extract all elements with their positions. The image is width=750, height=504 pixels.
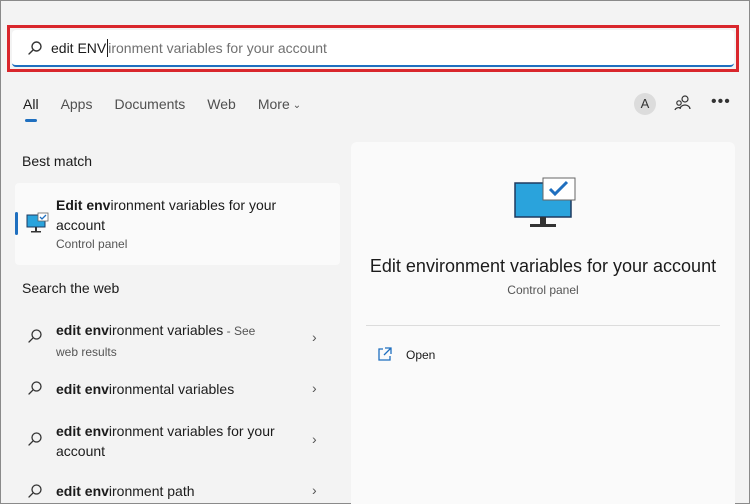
preview-title: Edit environment variables for your acco… [369,256,717,276]
best-match-title: Edit environment variables for your acco… [56,195,306,235]
chevron-down-icon: ⌄ [292,99,302,111]
tab-more[interactable]: More ⌄ [258,96,301,112]
search-icon [27,431,45,449]
selection-accent [15,212,18,235]
search-highlight-outline [7,25,739,72]
best-match-subtitle: Control panel [56,237,128,251]
chevron-right-icon[interactable]: › [312,431,317,447]
preview-subtitle: Control panel [507,283,579,297]
web-result-bold: edit env [56,483,109,499]
monitor-check-icon [26,212,50,234]
tab-all[interactable]: All [23,96,39,122]
web-result-rest: ironment variables [108,322,224,338]
search-web-heading: Search the web [22,280,120,296]
search-icon [27,328,45,346]
search-icon [27,380,45,398]
best-match-title-bold: Edit env [56,197,111,213]
best-match-heading: Best match [22,153,93,169]
more-icon[interactable]: ••• [711,93,731,111]
chevron-right-icon[interactable]: › [312,380,317,396]
tab-documents[interactable]: Documents [114,96,185,112]
people-icon[interactable] [674,94,692,112]
web-result-text: edit environment variables for your acco… [56,421,276,461]
tab-more-label: More [257,96,290,112]
search-icon [27,483,45,501]
open-external-icon[interactable] [377,347,392,362]
web-result-text: edit environment variables - See web res… [56,320,276,362]
web-result-bold: edit env [56,381,109,397]
chevron-right-icon[interactable]: › [312,482,317,498]
chevron-right-icon[interactable]: › [312,329,317,345]
web-result-bold: edit env [56,423,109,439]
web-result-text: edit environmental variables [56,379,276,399]
divider [366,325,720,326]
web-result-bold: edit env [56,322,109,338]
open-action[interactable]: Open [406,348,435,362]
tab-apps[interactable]: Apps [61,96,93,112]
avatar[interactable]: A [634,93,656,115]
web-result-text: edit environment path [56,481,276,501]
filter-tabs: All Apps Documents Web More ⌄ [23,96,323,122]
web-result-rest: ironmental variables [108,381,235,397]
web-result-rest: ironment path [108,483,195,499]
tab-web[interactable]: Web [207,96,236,112]
monitor-check-icon [513,177,577,229]
